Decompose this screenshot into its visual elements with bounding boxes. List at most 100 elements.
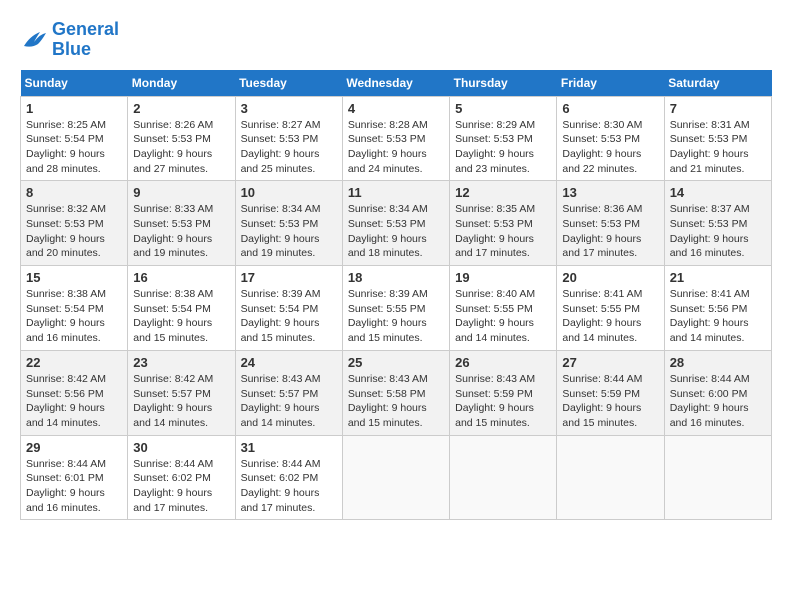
calendar-cell: 31 Sunrise: 8:44 AM Sunset: 6:02 PM Dayli… — [235, 435, 342, 520]
day-number: 16 — [133, 270, 229, 285]
day-info: Sunrise: 8:36 AM Sunset: 5:53 PM Dayligh… — [562, 202, 658, 261]
day-number: 20 — [562, 270, 658, 285]
calendar-cell: 25 Sunrise: 8:43 AM Sunset: 5:58 PM Dayli… — [342, 350, 449, 435]
calendar-cell: 16 Sunrise: 8:38 AM Sunset: 5:54 PM Dayli… — [128, 266, 235, 351]
calendar-cell: 28 Sunrise: 8:44 AM Sunset: 6:00 PM Dayli… — [664, 350, 771, 435]
day-number: 23 — [133, 355, 229, 370]
day-info: Sunrise: 8:35 AM Sunset: 5:53 PM Dayligh… — [455, 202, 551, 261]
day-number: 12 — [455, 185, 551, 200]
day-number: 6 — [562, 101, 658, 116]
day-info: Sunrise: 8:44 AM Sunset: 5:59 PM Dayligh… — [562, 372, 658, 431]
day-info: Sunrise: 8:43 AM Sunset: 5:59 PM Dayligh… — [455, 372, 551, 431]
calendar-cell — [342, 435, 449, 520]
day-number: 5 — [455, 101, 551, 116]
day-number: 27 — [562, 355, 658, 370]
calendar-cell: 20 Sunrise: 8:41 AM Sunset: 5:55 PM Dayli… — [557, 266, 664, 351]
calendar-cell — [557, 435, 664, 520]
calendar-cell: 6Sunrise: 8:30 AM Sunset: 5:53 PM Daylig… — [557, 96, 664, 181]
calendar-table: SundayMondayTuesdayWednesdayThursdayFrid… — [20, 70, 772, 521]
day-info: Sunrise: 8:42 AM Sunset: 5:57 PM Dayligh… — [133, 372, 229, 431]
day-info: Sunrise: 8:43 AM Sunset: 5:57 PM Dayligh… — [241, 372, 337, 431]
day-info: Sunrise: 8:44 AM Sunset: 6:02 PM Dayligh… — [133, 457, 229, 516]
weekday-header-monday: Monday — [128, 70, 235, 97]
day-number: 1 — [26, 101, 122, 116]
day-info: Sunrise: 8:32 AM Sunset: 5:53 PM Dayligh… — [26, 202, 122, 261]
calendar-cell: 2 Sunrise: 8:26 AM Sunset: 5:53 PM Daylig… — [128, 96, 235, 181]
calendar-cell: 21 Sunrise: 8:41 AM Sunset: 5:56 PM Dayli… — [664, 266, 771, 351]
page-header: General Blue — [20, 20, 772, 60]
day-number: 26 — [455, 355, 551, 370]
day-number: 7 — [670, 101, 766, 116]
calendar-cell: 4 Sunrise: 8:28 AM Sunset: 5:53 PM Daylig… — [342, 96, 449, 181]
logo-icon — [20, 28, 48, 52]
day-info: Sunrise: 8:28 AM Sunset: 5:53 PM Dayligh… — [348, 118, 444, 177]
day-number: 14 — [670, 185, 766, 200]
calendar-cell — [664, 435, 771, 520]
calendar-cell — [450, 435, 557, 520]
day-info: Sunrise: 8:29 AM Sunset: 5:53 PM Dayligh… — [455, 118, 551, 177]
day-number: 21 — [670, 270, 766, 285]
day-info: Sunrise: 8:39 AM Sunset: 5:55 PM Dayligh… — [348, 287, 444, 346]
day-number: 15 — [26, 270, 122, 285]
day-info: Sunrise: 8:25 AM Sunset: 5:54 PM Dayligh… — [26, 118, 122, 177]
calendar-cell: 15 Sunrise: 8:38 AM Sunset: 5:54 PM Dayli… — [21, 266, 128, 351]
day-number: 19 — [455, 270, 551, 285]
day-number: 17 — [241, 270, 337, 285]
calendar-cell: 18Sunrise: 8:39 AM Sunset: 5:55 PM Dayli… — [342, 266, 449, 351]
day-info: Sunrise: 8:34 AM Sunset: 5:53 PM Dayligh… — [348, 202, 444, 261]
day-info: Sunrise: 8:38 AM Sunset: 5:54 PM Dayligh… — [26, 287, 122, 346]
calendar-cell: 22 Sunrise: 8:42 AM Sunset: 5:56 PM Dayli… — [21, 350, 128, 435]
logo-text: General Blue — [52, 20, 119, 60]
day-info: Sunrise: 8:38 AM Sunset: 5:54 PM Dayligh… — [133, 287, 229, 346]
day-info: Sunrise: 8:44 AM Sunset: 6:02 PM Dayligh… — [241, 457, 337, 516]
weekday-header-tuesday: Tuesday — [235, 70, 342, 97]
calendar-cell: 10 Sunrise: 8:34 AM Sunset: 5:53 PM Dayli… — [235, 181, 342, 266]
calendar-cell: 7 Sunrise: 8:31 AM Sunset: 5:53 PM Daylig… — [664, 96, 771, 181]
calendar-cell: 30 Sunrise: 8:44 AM Sunset: 6:02 PM Dayli… — [128, 435, 235, 520]
day-number: 31 — [241, 440, 337, 455]
day-info: Sunrise: 8:34 AM Sunset: 5:53 PM Dayligh… — [241, 202, 337, 261]
day-info: Sunrise: 8:33 AM Sunset: 5:53 PM Dayligh… — [133, 202, 229, 261]
calendar-cell: 3 Sunrise: 8:27 AM Sunset: 5:53 PM Daylig… — [235, 96, 342, 181]
day-info: Sunrise: 8:26 AM Sunset: 5:53 PM Dayligh… — [133, 118, 229, 177]
day-number: 11 — [348, 185, 444, 200]
logo: General Blue — [20, 20, 119, 60]
calendar-cell: 24 Sunrise: 8:43 AM Sunset: 5:57 PM Dayli… — [235, 350, 342, 435]
weekday-header-friday: Friday — [557, 70, 664, 97]
calendar-cell: 1 Sunrise: 8:25 AM Sunset: 5:54 PM Daylig… — [21, 96, 128, 181]
day-info: Sunrise: 8:40 AM Sunset: 5:55 PM Dayligh… — [455, 287, 551, 346]
day-number: 3 — [241, 101, 337, 116]
day-info: Sunrise: 8:41 AM Sunset: 5:55 PM Dayligh… — [562, 287, 658, 346]
calendar-cell: 12 Sunrise: 8:35 AM Sunset: 5:53 PM Dayli… — [450, 181, 557, 266]
day-info: Sunrise: 8:43 AM Sunset: 5:58 PM Dayligh… — [348, 372, 444, 431]
day-number: 10 — [241, 185, 337, 200]
day-info: Sunrise: 8:31 AM Sunset: 5:53 PM Dayligh… — [670, 118, 766, 177]
calendar-cell: 29 Sunrise: 8:44 AM Sunset: 6:01 PM Dayli… — [21, 435, 128, 520]
day-info: Sunrise: 8:44 AM Sunset: 6:00 PM Dayligh… — [670, 372, 766, 431]
day-number: 2 — [133, 101, 229, 116]
weekday-header-thursday: Thursday — [450, 70, 557, 97]
weekday-header-wednesday: Wednesday — [342, 70, 449, 97]
calendar-cell: 13 Sunrise: 8:36 AM Sunset: 5:53 PM Dayli… — [557, 181, 664, 266]
day-number: 4 — [348, 101, 444, 116]
day-number: 22 — [26, 355, 122, 370]
day-number: 24 — [241, 355, 337, 370]
calendar-cell: 27 Sunrise: 8:44 AM Sunset: 5:59 PM Dayli… — [557, 350, 664, 435]
day-number: 13 — [562, 185, 658, 200]
calendar-cell: 26 Sunrise: 8:43 AM Sunset: 5:59 PM Dayli… — [450, 350, 557, 435]
day-number: 28 — [670, 355, 766, 370]
day-info: Sunrise: 8:41 AM Sunset: 5:56 PM Dayligh… — [670, 287, 766, 346]
day-number: 25 — [348, 355, 444, 370]
calendar-cell: 5 Sunrise: 8:29 AM Sunset: 5:53 PM Daylig… — [450, 96, 557, 181]
calendar-cell: 11 Sunrise: 8:34 AM Sunset: 5:53 PM Dayli… — [342, 181, 449, 266]
calendar-cell: 8 Sunrise: 8:32 AM Sunset: 5:53 PM Daylig… — [21, 181, 128, 266]
day-number: 29 — [26, 440, 122, 455]
calendar-cell: 9Sunrise: 8:33 AM Sunset: 5:53 PM Daylig… — [128, 181, 235, 266]
day-info: Sunrise: 8:44 AM Sunset: 6:01 PM Dayligh… — [26, 457, 122, 516]
day-number: 8 — [26, 185, 122, 200]
calendar-cell: 17Sunrise: 8:39 AM Sunset: 5:54 PM Dayli… — [235, 266, 342, 351]
day-number: 30 — [133, 440, 229, 455]
day-info: Sunrise: 8:42 AM Sunset: 5:56 PM Dayligh… — [26, 372, 122, 431]
calendar-cell: 19 Sunrise: 8:40 AM Sunset: 5:55 PM Dayli… — [450, 266, 557, 351]
day-info: Sunrise: 8:27 AM Sunset: 5:53 PM Dayligh… — [241, 118, 337, 177]
